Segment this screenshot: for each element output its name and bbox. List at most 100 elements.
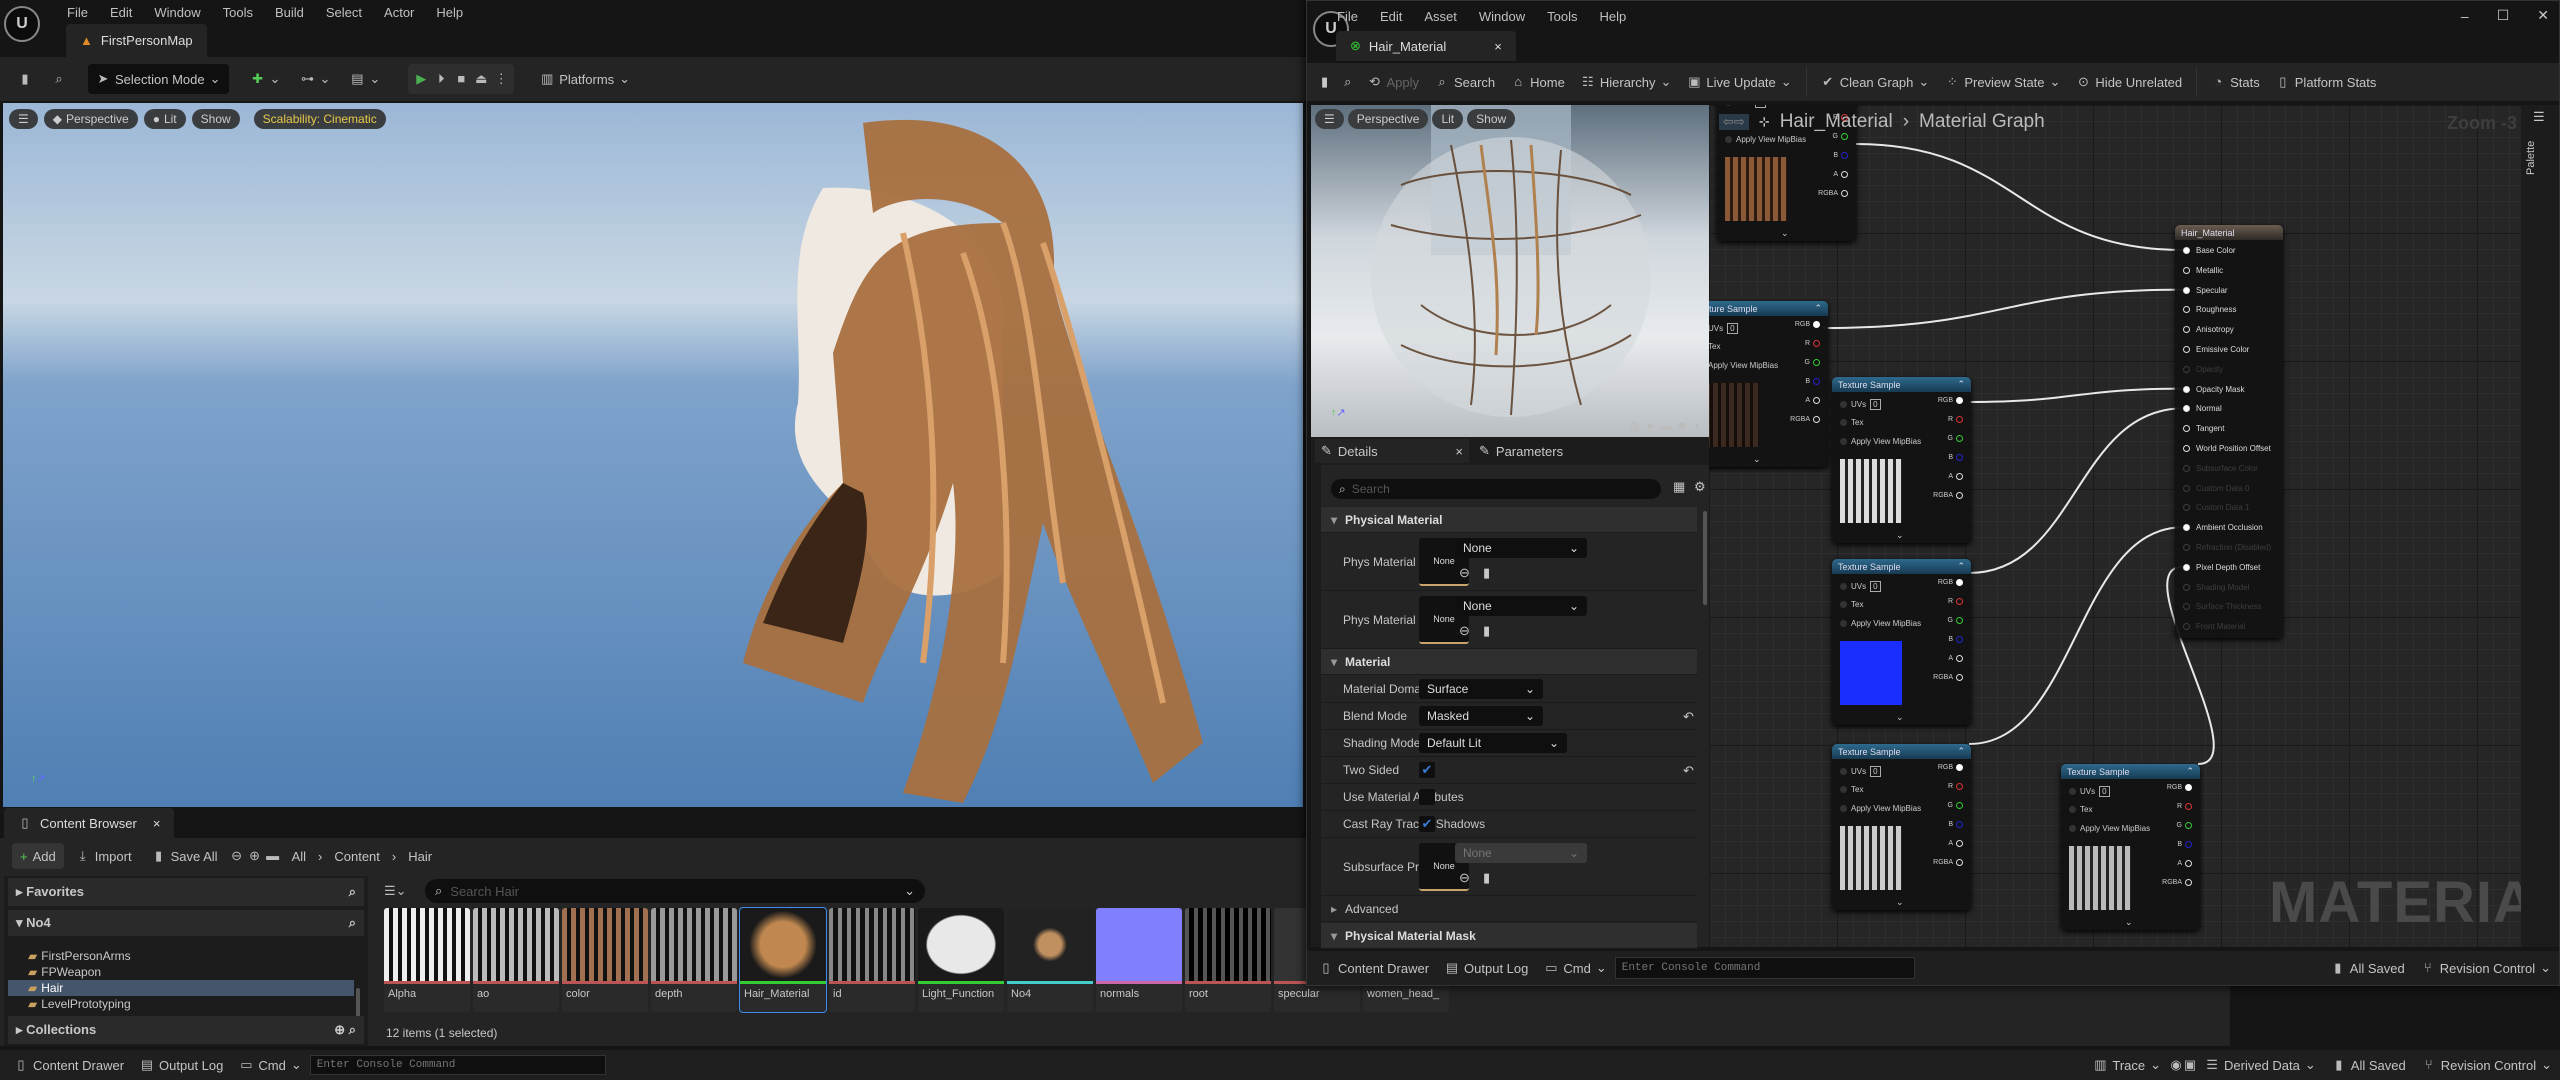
reset-icon[interactable]: ↶ [1683,763,1694,779]
output-pin[interactable]: B [1948,636,1963,643]
search-icon[interactable]: ⌕ [349,1022,356,1037]
input-pin[interactable]: UVs0 [1840,766,1881,777]
wire[interactable] [1822,288,2184,329]
browse-icon[interactable]: ▮ [1483,623,1490,639]
stop-icon[interactable]: ■ [454,72,468,86]
plane-icon[interactable]: ▬ [1659,419,1673,433]
collections-header[interactable]: ▸ Collections ⊕ ⌕ [8,1016,364,1044]
search-icon[interactable]: ⌕ [349,915,356,931]
output-pin[interactable]: G [1948,435,1963,442]
output-pin[interactable]: G [1948,802,1963,809]
result-pin[interactable]: Opacity [2183,365,2223,374]
collapse-icon[interactable]: ⌃ [1957,746,1965,757]
input-pin[interactable]: Apply View MipBias [1709,361,1778,370]
output-pin[interactable]: RGBA [1790,416,1820,423]
no4-header[interactable]: ▾ No4 ⌕ [8,910,364,936]
input-pin[interactable]: Tex [1840,785,1863,794]
asset-tile[interactable]: ao [473,908,559,1012]
cast-ray-traced-shadows-checkbox[interactable]: ✔ [1419,816,1435,832]
details-scrollbar[interactable] [1703,511,1707,605]
output-pin[interactable]: RGB [1938,764,1963,771]
output-pin[interactable]: R [1948,783,1963,790]
browse-button[interactable]: ⌕ [1336,74,1359,90]
platforms-dropdown[interactable]: ▥ Platforms ⌄ [532,64,638,94]
output-pin[interactable]: B [1948,821,1963,828]
add-button[interactable]: + Add [12,843,64,869]
breadcrumb-all[interactable]: All [284,841,314,871]
result-pin[interactable]: Anisotropy [2183,325,2234,334]
input-pin[interactable]: Apply View MipBias [2069,824,2150,833]
output-pin[interactable]: A [1805,397,1820,404]
back-arrow-icon[interactable]: ⇦⇨ [1719,114,1749,130]
output-pin[interactable]: RGBA [1818,190,1848,197]
eject-icon[interactable]: ⏏ [474,72,488,86]
maximize-button[interactable]: ☐ [2497,7,2510,24]
result-pin[interactable]: Specular [2183,286,2228,295]
asset-tile[interactable]: root [1185,908,1271,1012]
output-pin[interactable]: A [1833,171,1848,178]
close-window-button[interactable]: ✕ [2537,7,2549,24]
output-pin[interactable]: R [2177,803,2192,810]
output-pin[interactable]: RGBA [1933,674,1963,681]
output-log-button[interactable]: ▤ Output Log [132,1050,231,1080]
use-material-attributes-checkbox[interactable] [1419,789,1435,805]
live-update-button[interactable]: ▣ Live Update ⌄ [1679,67,1799,97]
preview-menu-button[interactable]: ☰ [1315,109,1344,129]
result-pin[interactable]: Emissive Color [2183,345,2249,354]
uv-index[interactable]: 0 [1870,766,1881,777]
asset-tile[interactable]: normals [1096,908,1182,1012]
input-pin[interactable]: Apply View MipBias [1840,437,1921,446]
output-pin[interactable]: G [1805,359,1820,366]
record-icon[interactable]: ◉ [2169,1058,2183,1072]
browse-button[interactable]: ⌕ [44,64,74,94]
menu-file[interactable]: File [67,5,88,20]
input-pin[interactable]: UVs0 [1709,323,1738,334]
lit-button[interactable]: ● Lit [143,109,186,129]
input-pin[interactable]: UVs0 [1725,105,1766,108]
save-all-button[interactable]: ▮ Save All [144,841,226,871]
uv-index[interactable]: 0 [1870,581,1881,592]
output-pin[interactable]: R [1948,416,1963,423]
menu-edit[interactable]: Edit [110,5,132,20]
output-pin[interactable]: A [1948,655,1963,662]
input-pin[interactable]: UVs0 [2069,786,2110,797]
add-actor-button[interactable]: ✚ ⌄ [243,64,289,94]
material-result-node[interactable]: Hair_Material Base Color Metallic Specular R… [2175,225,2283,638]
blend-mode-dropdown[interactable]: Masked ⌄ [1419,706,1543,726]
texture-sample-node[interactable]: Texture Sample ⌃ UVs0 Tex Apply View MipBias… [2061,764,2200,930]
expand-icon[interactable]: ⌄ [1896,897,1904,908]
result-pin[interactable]: Custom Data 0 [2183,484,2249,493]
all-saved-button[interactable]: ▮ All Saved [2324,1050,2414,1080]
cinematics-button[interactable]: ▤ ⌄ [342,64,388,94]
two-sided-checkbox[interactable]: ✔ [1419,762,1435,778]
result-pin[interactable]: Opacity Mask [2183,385,2244,394]
step-icon[interactable]: ⏵ [434,72,448,86]
output-pin[interactable]: G [2177,822,2192,829]
asset-tile[interactable]: Alpha [384,908,470,1012]
material-preview-viewport[interactable]: ☰ Perspective Lit Show ◍ ● ▬ ■ ◐ ↑↗ [1311,105,1709,437]
collapse-icon[interactable]: ⌃ [2186,766,2194,777]
console-input[interactable] [309,1055,606,1075]
menu-actor[interactable]: Actor [384,5,414,20]
sphere-icon[interactable]: ● [1643,419,1657,433]
cmd-dropdown[interactable]: ▭ Cmd ⌄ [1536,953,1614,983]
phys-material-mask-picker[interactable]: None ⌄ [1455,596,1587,616]
forward-icon[interactable]: ⊕ [248,849,262,863]
scalability-button[interactable]: Scalability: Cinematic [253,109,386,129]
input-pin[interactable]: Apply View MipBias [1840,804,1921,813]
asset-search-field[interactable]: ⌕ Search Hair ⌄ [425,879,925,903]
expand-icon[interactable]: ⌄ [1781,228,1789,239]
expand-icon[interactable]: ⌄ [2125,917,2133,928]
revision-control-dropdown[interactable]: ⑂ Revision Control ⌄ [2414,1050,2560,1080]
use-selected-icon[interactable]: ⊖ [1459,623,1470,639]
gear-icon[interactable]: ⚙ [1694,479,1706,495]
result-pin[interactable]: Normal [2183,404,2222,413]
expand-icon[interactable]: ⌄ [1896,530,1904,541]
menu-file[interactable]: File [1337,9,1358,24]
result-pin[interactable]: Custom Data 1 [2183,503,2249,512]
hierarchy-button[interactable]: ☷ Hierarchy ⌄ [1573,67,1680,97]
search-button[interactable]: ⌕ Search [1427,67,1503,97]
palette-menu-icon[interactable]: ☰ [2533,109,2545,125]
teapot-icon[interactable]: ◐ [1691,419,1705,433]
search-icon[interactable]: ⌕ [349,884,356,900]
